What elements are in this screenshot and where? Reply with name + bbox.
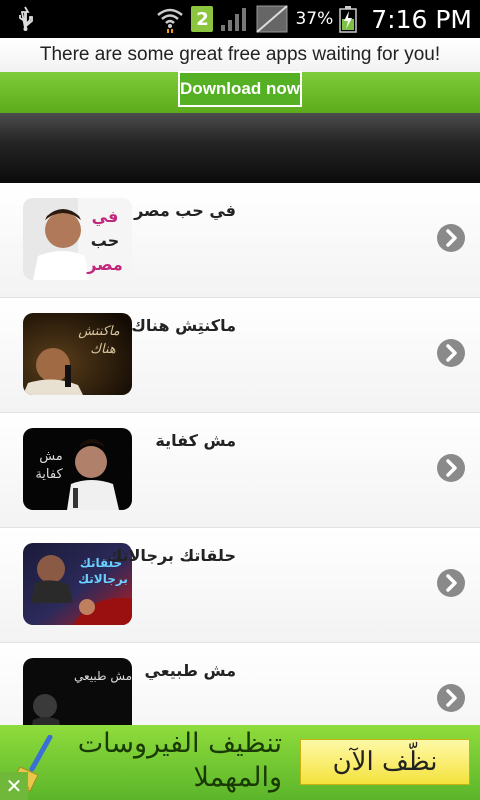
svg-text:في: في <box>92 207 119 227</box>
svg-text:هناك: هناك <box>90 342 116 357</box>
clean-now-button[interactable]: نظّف الآن <box>300 739 470 785</box>
svg-text:ماكنتش: ماكنتش <box>78 324 120 339</box>
chevron-right-icon[interactable] <box>436 568 466 598</box>
song-thumbnail: مش كفاية <box>23 428 132 510</box>
song-title: مش طبيعي <box>144 661 236 680</box>
svg-text:كفاية: كفاية <box>35 467 63 482</box>
song-list: في حب مصر في حب مصر ماكنتش هناك ماكنتِش … <box>0 183 480 725</box>
notification-badge: 2 <box>191 6 214 32</box>
svg-text:مش طبيعي: مش طبيعي <box>74 669 132 684</box>
chevron-right-icon[interactable] <box>436 453 466 483</box>
list-item[interactable]: في حب مصر في حب مصر <box>0 183 480 298</box>
list-item[interactable]: حلقاتك برجالاتك حلقاتك برجالاتك <box>0 528 480 643</box>
signal-icon <box>221 8 247 31</box>
svg-text:حب: حب <box>91 231 119 250</box>
clock: 7:16 PM <box>371 4 472 34</box>
svg-text:برجالاتك: برجالاتك <box>78 572 128 586</box>
ad-close-button[interactable]: ✕ <box>0 772 28 800</box>
chevron-right-icon[interactable] <box>436 683 466 713</box>
song-thumbnail: مش طبيعي <box>23 658 132 725</box>
no-sim-icon <box>256 5 289 33</box>
ad-banner-bottom[interactable]: تنظيف الفيروسات والمهملا نظّف الآن <box>0 725 480 800</box>
battery-charging-icon <box>339 6 358 33</box>
chevron-right-icon[interactable] <box>436 338 466 368</box>
status-bar: 2 37% 7:16 PM <box>0 0 480 38</box>
ad-bottom-text: تنظيف الفيروسات والمهملا <box>77 728 282 793</box>
ad-top-text: There are some great free apps waiting f… <box>39 44 441 65</box>
ad-banner-top[interactable]: There are some great free apps waiting f… <box>0 38 480 113</box>
list-item[interactable]: ماكنتش هناك ماكنتِش هناك <box>0 298 480 413</box>
list-item[interactable]: مش كفاية مش كفاية <box>0 413 480 528</box>
chevron-right-icon[interactable] <box>436 223 466 253</box>
header-bar <box>0 113 480 183</box>
svg-text:مصر: مصر <box>86 255 123 274</box>
song-title: ماكنتِش هناك <box>131 316 236 335</box>
wifi-icon <box>157 8 184 33</box>
svg-text:مش: مش <box>39 449 63 464</box>
song-thumbnail: في حب مصر <box>23 198 132 280</box>
list-item[interactable]: مش طبيعي مش طبيعي <box>0 643 480 725</box>
song-thumbnail: ماكنتش هناك <box>23 313 132 395</box>
usb-icon <box>19 6 33 31</box>
song-title: في حب مصر <box>134 201 236 220</box>
song-title: مش كفاية <box>155 431 236 450</box>
download-now-button[interactable]: Download now <box>178 71 302 107</box>
battery-percent: 37% <box>295 9 334 29</box>
song-title: حلقاتك برجالاتك <box>107 546 236 565</box>
